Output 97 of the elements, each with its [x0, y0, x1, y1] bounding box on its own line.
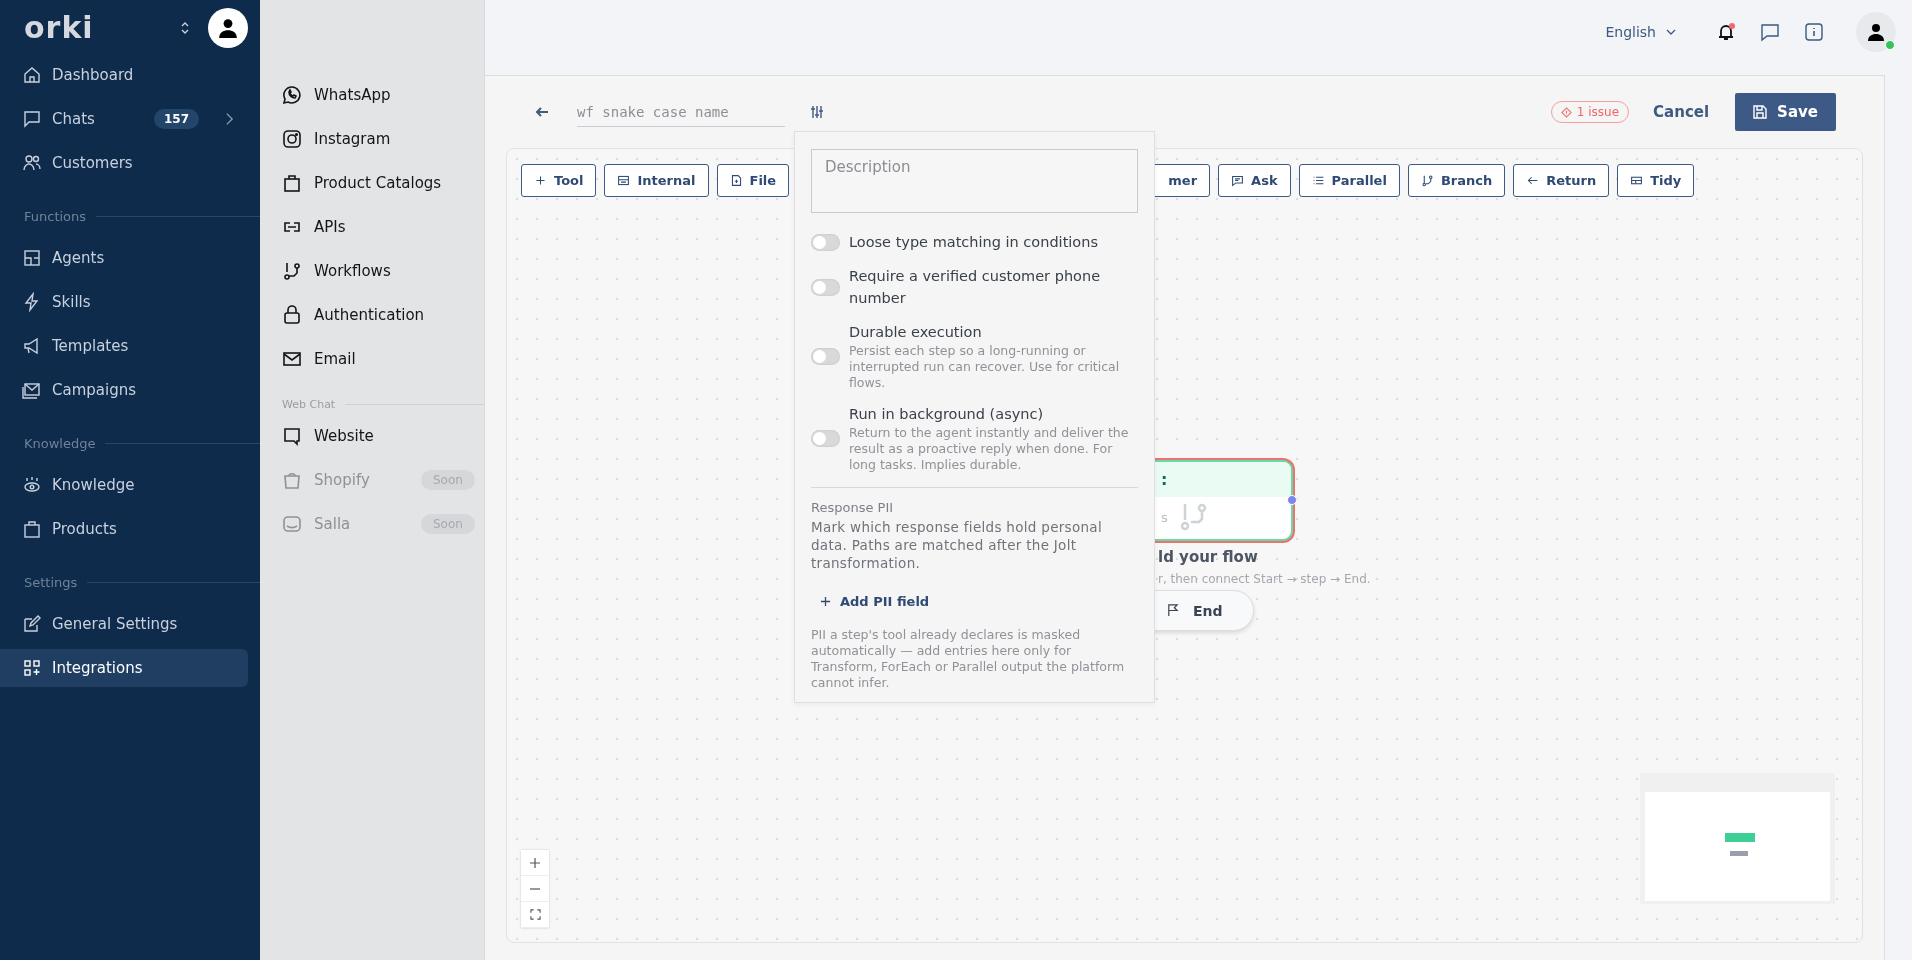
integration-item[interactable]: Workflows — [260, 252, 484, 290]
nav-item[interactable]: Chats 157 — [0, 100, 248, 138]
plus-icon — [529, 856, 541, 869]
zoom-out-button[interactable] — [521, 876, 549, 902]
section-heading: Response PII — [811, 500, 895, 515]
toolbar-button[interactable]: Branch — [1407, 164, 1506, 197]
table-icon — [617, 174, 631, 187]
toolbar-button[interactable]: Tidy — [1617, 164, 1695, 197]
edit-icon — [22, 614, 42, 634]
toggle-label: Require a verified customer phone number — [849, 267, 1102, 308]
table-icon — [1630, 174, 1644, 187]
integration-item[interactable]: Email — [260, 340, 484, 378]
integration-item[interactable]: Website — [260, 417, 484, 455]
user-avatar[interactable] — [1856, 12, 1896, 52]
mail-icon — [282, 349, 302, 369]
branch-icon — [282, 261, 302, 281]
toggle-label: Run in background (async) — [849, 405, 1045, 424]
toolbar-button[interactable]: Tool — [521, 164, 597, 197]
smile-box-icon — [282, 514, 302, 534]
integration-item[interactable]: Product Catalogs — [260, 164, 484, 202]
eye-icon — [22, 475, 42, 495]
integration-item[interactable]: WhatsApp — [260, 76, 484, 114]
back-arrow-icon[interactable] — [535, 106, 549, 118]
nav-item[interactable]: Dashboard — [0, 56, 248, 94]
branch-icon — [1420, 174, 1434, 187]
toolbar-button[interactable]: Parallel — [1298, 164, 1400, 197]
cancel-button[interactable]: Cancel — [1647, 102, 1716, 122]
name-field[interactable]: wf_snake_case_name — [577, 97, 785, 127]
info-icon[interactable] — [1802, 20, 1826, 44]
section-heading: Functions — [24, 208, 87, 224]
toggle-switch[interactable] — [811, 233, 840, 251]
grid-plus-icon — [22, 658, 42, 678]
nav-item[interactable]: General Settings — [0, 605, 248, 643]
flag-icon — [1166, 604, 1179, 617]
chat-icon — [22, 109, 42, 129]
nav-item[interactable]: Integrations — [0, 649, 248, 687]
warning-icon — [1560, 106, 1572, 118]
bag-icon — [282, 470, 302, 490]
chevron-updown-icon[interactable] — [180, 20, 190, 36]
people-icon — [22, 153, 42, 173]
zoom-in-button[interactable] — [521, 850, 549, 876]
chat-icon — [282, 426, 302, 446]
arrow-left-icon — [1526, 174, 1540, 187]
chevron-right-icon[interactable] — [225, 112, 234, 126]
node-handle[interactable] — [1287, 495, 1297, 505]
hint-text: r, then connect Start → step → End. — [1158, 572, 1371, 586]
bag-icon — [282, 173, 302, 193]
section-text: Mark which response fields hold personal data. Paths are matched after the Jolt transformation. — [811, 518, 1103, 572]
nav-item[interactable]: Skills — [0, 283, 248, 321]
toggle-switch[interactable] — [811, 429, 840, 447]
chevron-down-icon — [1666, 29, 1676, 35]
nav-item[interactable]: Products — [0, 510, 248, 548]
add-field-button[interactable]: Add PII field — [820, 594, 930, 609]
toggle-label: Loose type matching in conditions — [849, 233, 1098, 252]
bag-icon — [22, 519, 42, 539]
integration-item[interactable]: Authentication — [260, 296, 484, 334]
node-text: s — [1161, 509, 1168, 525]
sliders-icon[interactable] — [810, 105, 824, 119]
toggle-label: Durable execution — [849, 323, 983, 342]
nav-item[interactable]: Knowledge — [0, 466, 248, 504]
lock-icon — [282, 305, 302, 325]
language-select[interactable]: English — [1599, 23, 1682, 41]
whatsapp-icon — [282, 85, 302, 105]
fit-view-button[interactable] — [521, 902, 549, 928]
logo[interactable]: orki — [24, 13, 94, 43]
nav-item[interactable]: Agents — [0, 239, 248, 277]
toolbar-button[interactable]: Internal — [604, 164, 709, 197]
user-avatar[interactable] — [208, 8, 248, 48]
toggle-description: Persist each step so a long-running or interrupted run can recover. Use for critical flows. — [849, 343, 1121, 391]
expand-icon — [529, 909, 541, 920]
count-badge: 157 — [153, 109, 199, 129]
description-field[interactable]: Description — [811, 149, 1138, 213]
toolbar-button[interactable]: Ask — [1218, 164, 1291, 197]
mail-image-icon — [22, 380, 42, 400]
plus-icon — [820, 596, 831, 607]
section-heading: Knowledge — [24, 435, 96, 451]
save-button[interactable]: Save — [1735, 93, 1836, 131]
person-icon — [217, 17, 239, 39]
nav-item[interactable]: Customers — [0, 144, 248, 182]
instagram-icon — [282, 129, 302, 149]
section-heading: Web Chat — [281, 398, 336, 411]
section-heading: Settings — [24, 574, 78, 590]
house-icon — [22, 65, 42, 85]
person-icon — [1866, 22, 1886, 42]
nav-item[interactable]: Templates — [0, 327, 248, 365]
plus-icon — [534, 174, 547, 187]
toolbar-button[interactable]: Return — [1513, 164, 1610, 197]
nav-item[interactable]: Campaigns — [0, 371, 248, 409]
hint-title: ld your flow — [1158, 548, 1258, 566]
toggle-switch[interactable] — [811, 347, 840, 365]
integration-item[interactable]: APIs — [260, 208, 484, 246]
toolbar-button[interactable]: File — [716, 164, 790, 197]
toggle-switch[interactable] — [811, 278, 840, 296]
file-icon — [729, 174, 743, 187]
node-title: : — [1161, 470, 1168, 489]
chat-icon — [1231, 174, 1245, 187]
integration-item[interactable]: Instagram — [260, 120, 484, 158]
